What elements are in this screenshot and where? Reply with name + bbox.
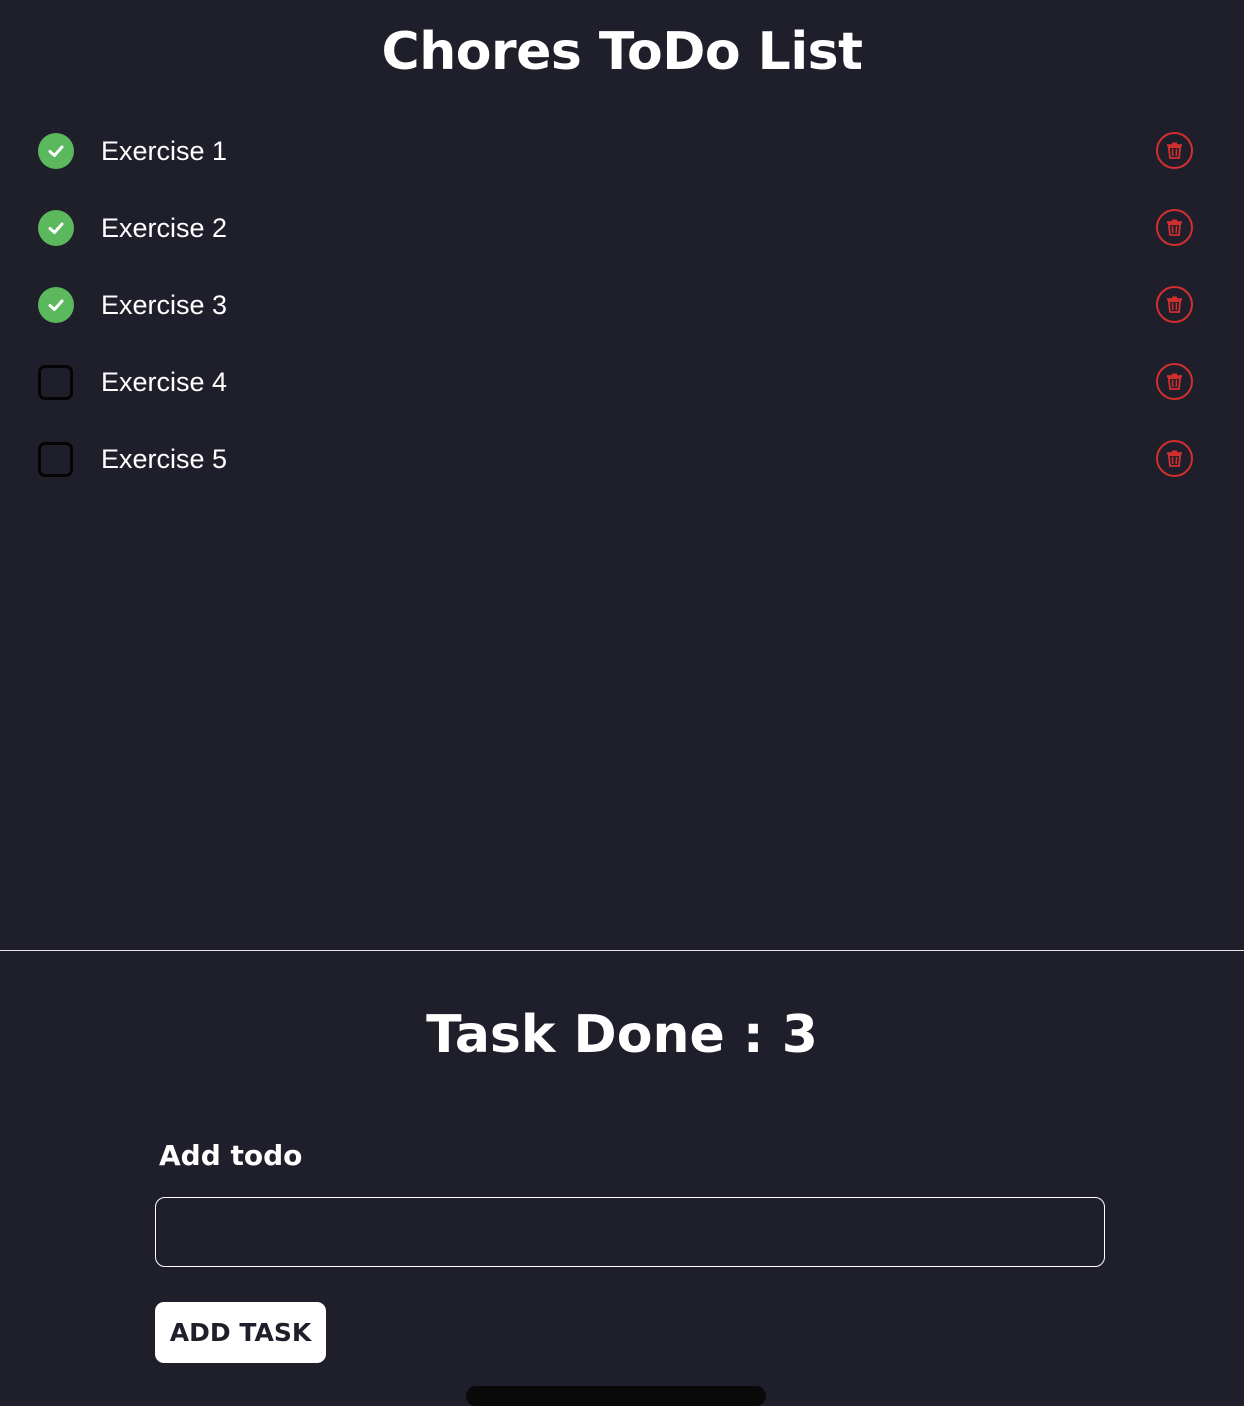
- section-divider: [0, 950, 1244, 951]
- todo-item: Exercise 3: [0, 266, 1244, 343]
- empty-checkbox-icon[interactable]: [38, 442, 73, 477]
- add-todo-input[interactable]: [155, 1197, 1105, 1267]
- partial-bottom-element: [466, 1386, 766, 1406]
- trash-icon: [1166, 373, 1183, 390]
- check-circle-icon[interactable]: [38, 287, 74, 323]
- empty-checkbox-icon[interactable]: [38, 365, 73, 400]
- trash-icon: [1166, 142, 1183, 159]
- trash-icon: [1166, 219, 1183, 236]
- delete-button[interactable]: [1156, 132, 1193, 169]
- delete-button[interactable]: [1156, 363, 1193, 400]
- todo-item: Exercise 4: [0, 343, 1244, 420]
- task-done-counter: Task Done : 3: [0, 1002, 1244, 1068]
- todo-label: Exercise 3: [101, 286, 227, 324]
- add-task-button[interactable]: ADD TASK: [155, 1302, 326, 1363]
- todo-label: Exercise 5: [101, 440, 227, 478]
- todo-label: Exercise 4: [101, 363, 227, 401]
- todo-label: Exercise 1: [101, 132, 227, 170]
- delete-button[interactable]: [1156, 209, 1193, 246]
- trash-icon: [1166, 296, 1183, 313]
- add-todo-label: Add todo: [159, 1137, 302, 1175]
- todo-item: Exercise 5: [0, 420, 1244, 497]
- todo-item: Exercise 1: [0, 112, 1244, 189]
- todo-list: Exercise 1 Exercise 2 Exercise 3 Exercis…: [0, 112, 1244, 497]
- check-circle-icon[interactable]: [38, 133, 74, 169]
- page-title: Chores ToDo List: [0, 20, 1244, 84]
- delete-button[interactable]: [1156, 286, 1193, 323]
- trash-icon: [1166, 450, 1183, 467]
- todo-label: Exercise 2: [101, 209, 227, 247]
- todo-item: Exercise 2: [0, 189, 1244, 266]
- delete-button[interactable]: [1156, 440, 1193, 477]
- check-circle-icon[interactable]: [38, 210, 74, 246]
